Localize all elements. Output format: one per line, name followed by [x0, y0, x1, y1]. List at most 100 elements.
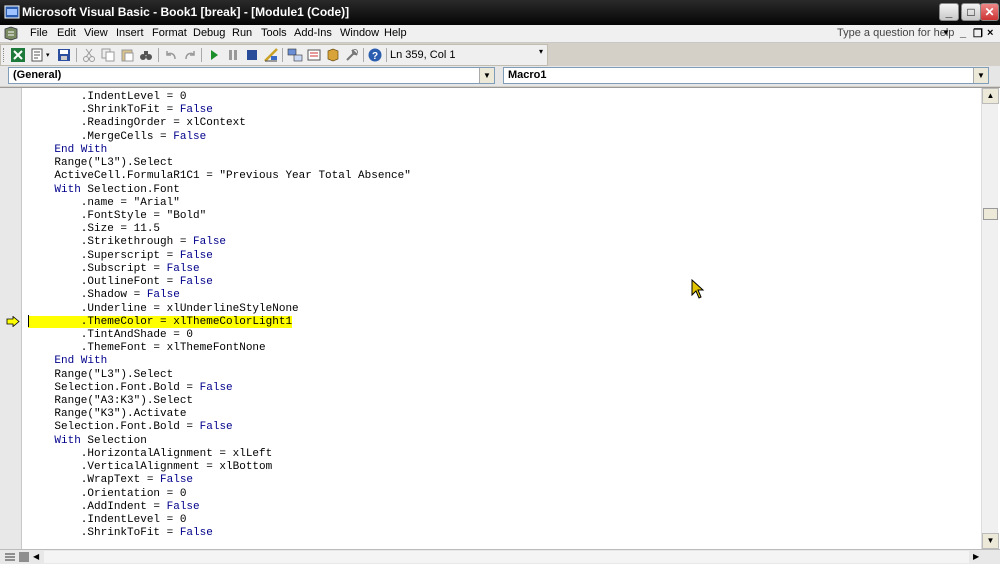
code-line[interactable]: .MergeCells = False	[28, 131, 978, 144]
code-line[interactable]: .Strikethrough = False	[28, 236, 978, 249]
paste-icon[interactable]	[119, 47, 135, 63]
menu-view[interactable]: View	[84, 27, 108, 39]
chevron-down-icon[interactable]: ▼	[973, 68, 988, 83]
code-line[interactable]: Range("A3:K3").Select	[28, 395, 978, 408]
code-editor[interactable]: .IndentLevel = 0 .ShrinkToFit = False .R…	[28, 91, 978, 547]
code-line[interactable]: .Size = 11.5	[28, 223, 978, 236]
object-browser-icon[interactable]	[325, 47, 341, 63]
menu-edit[interactable]: Edit	[57, 27, 76, 39]
procedure-combo[interactable]: Macro1 ▼	[503, 67, 989, 84]
save-icon[interactable]	[56, 47, 72, 63]
help-search-box[interactable]: Type a question for help	[837, 27, 954, 39]
menu-insert[interactable]: Insert	[116, 27, 144, 39]
run-icon[interactable]	[206, 47, 222, 63]
procedure-view-icon[interactable]	[4, 551, 16, 563]
scroll-left-icon[interactable]: ◀	[33, 552, 39, 561]
code-line[interactable]: Selection.Font.Bold = False	[28, 382, 978, 395]
code-line[interactable]: .Underline = xlUnderlineStyleNone	[28, 303, 978, 316]
code-line[interactable]: ActiveCell.FormulaR1C1 = "Previous Year …	[28, 170, 978, 183]
properties-icon[interactable]	[306, 47, 322, 63]
maximize-button[interactable]: □	[961, 3, 981, 21]
horizontal-scrollbar[interactable]	[44, 551, 969, 563]
cut-icon[interactable]	[81, 47, 97, 63]
code-line[interactable]: .AddIndent = False	[28, 501, 978, 514]
mdi-close-button[interactable]: ×	[987, 27, 993, 39]
code-line-text: Range("A3:K3").Select	[28, 395, 194, 408]
redo-icon[interactable]	[182, 47, 198, 63]
code-line[interactable]: End With	[28, 355, 978, 368]
menu-file[interactable]: File	[30, 27, 48, 39]
code-line-text: .Superscript = False	[28, 249, 213, 262]
text-caret	[28, 315, 29, 327]
vba-app-icon	[4, 5, 20, 19]
design-mode-icon[interactable]	[263, 47, 279, 63]
insert-module-icon[interactable]	[30, 47, 46, 63]
code-line-text: .Size = 11.5	[28, 223, 161, 236]
scroll-up-icon[interactable]: ▲	[982, 88, 999, 104]
code-line[interactable]: .VerticalAlignment = xlBottom	[28, 461, 978, 474]
code-line[interactable]: .HorizontalAlignment = xlLeft	[28, 448, 978, 461]
code-line[interactable]: .name = "Arial"	[28, 197, 978, 210]
object-combo[interactable]: (General) ▼	[8, 67, 495, 84]
code-line[interactable]: Range("K3").Activate	[28, 408, 978, 421]
menu-add-ins[interactable]: Add-Ins	[294, 27, 332, 39]
toolbar-options-icon[interactable]: ▾	[539, 47, 543, 56]
menu-help[interactable]: Help	[384, 27, 407, 39]
mdi-minimize-button[interactable]: _	[960, 27, 966, 39]
code-line[interactable]: End With	[28, 144, 978, 157]
code-line[interactable]: With Selection.Font	[28, 184, 978, 197]
code-line[interactable]: With Selection	[28, 435, 978, 448]
menu-run[interactable]: Run	[232, 27, 252, 39]
module-icon[interactable]	[3, 26, 19, 41]
toolbox-icon[interactable]	[344, 47, 360, 63]
toolbar-grip[interactable]	[3, 48, 6, 62]
code-line[interactable]: Range("L3").Select	[28, 369, 978, 382]
code-line[interactable]: .ThemeFont = xlThemeFontNone	[28, 342, 978, 355]
code-line[interactable]: .ThemeColor = xlThemeColorLight1	[28, 315, 978, 329]
chevron-down-icon[interactable]: ▼	[479, 68, 494, 83]
full-module-view-icon[interactable]	[18, 551, 30, 563]
mdi-restore-button[interactable]: ❐	[973, 27, 983, 40]
code-line[interactable]: .Superscript = False	[28, 250, 978, 263]
vertical-scrollbar[interactable]: ▲ ▼	[981, 88, 999, 549]
code-line[interactable]: .IndentLevel = 0	[28, 514, 978, 527]
code-line[interactable]: .WrapText = False	[28, 474, 978, 487]
scroll-right-icon[interactable]: ▶	[973, 552, 979, 561]
menu-bar: File Edit View Insert Format Debug Run T…	[0, 25, 1000, 43]
code-line[interactable]: .Orientation = 0	[28, 488, 978, 501]
code-keyword: False	[179, 527, 213, 540]
scroll-thumb[interactable]	[983, 208, 998, 220]
margin-indicator-bar[interactable]	[0, 88, 22, 549]
close-button[interactable]: ✕	[980, 3, 999, 21]
scroll-down-icon[interactable]: ▼	[982, 533, 999, 549]
minimize-button[interactable]: _	[939, 3, 959, 21]
code-line[interactable]: .ShrinkToFit = False	[28, 527, 978, 540]
code-line[interactable]: Range("L3").Select	[28, 157, 978, 170]
code-line-text: Selection.Font.Bold = False	[28, 381, 233, 394]
code-line[interactable]: .ShrinkToFit = False	[28, 104, 978, 117]
reset-icon[interactable]	[244, 47, 260, 63]
menu-window[interactable]: Window	[340, 27, 379, 39]
project-explorer-icon[interactable]	[287, 47, 303, 63]
window-title: Microsoft Visual Basic - Book1 [break] -…	[22, 5, 350, 19]
help-icon[interactable]: ?	[367, 47, 383, 63]
insert-dropdown-icon[interactable]: ▾	[46, 51, 50, 59]
code-line[interactable]: .IndentLevel = 0	[28, 91, 978, 104]
code-line[interactable]: Selection.Font.Bold = False	[28, 421, 978, 434]
code-line[interactable]: .FontStyle = "Bold"	[28, 210, 978, 223]
excel-icon[interactable]	[10, 47, 26, 63]
break-icon[interactable]	[225, 47, 241, 63]
code-line[interactable]: .ReadingOrder = xlContext	[28, 117, 978, 130]
code-line-text: .ThemeFont = xlThemeFontNone	[28, 342, 266, 355]
help-dropdown-icon[interactable]: ▼	[942, 28, 950, 37]
code-line[interactable]: .TintAndShade = 0	[28, 329, 978, 342]
menu-tools[interactable]: Tools	[261, 27, 287, 39]
code-line[interactable]: .Subscript = False	[28, 263, 978, 276]
menu-debug[interactable]: Debug	[193, 27, 225, 39]
undo-icon[interactable]	[163, 47, 179, 63]
menu-format[interactable]: Format	[152, 27, 187, 39]
find-icon[interactable]	[138, 47, 154, 63]
copy-icon[interactable]	[100, 47, 116, 63]
code-line[interactable]: .Shadow = False	[28, 289, 978, 302]
code-line[interactable]: .OutlineFont = False	[28, 276, 978, 289]
